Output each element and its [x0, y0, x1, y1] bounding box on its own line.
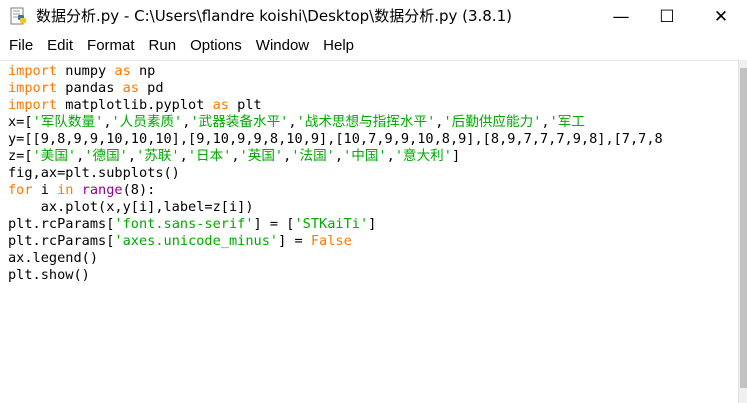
- code-token: np: [130, 63, 156, 79]
- code-line: import matplotlib.pyplot as plt: [8, 97, 663, 114]
- code-editor[interactable]: import numpy as np import pandas as pd imp…: [0, 60, 738, 403]
- code-token: plt.show(): [8, 267, 90, 283]
- code-token: ] =: [278, 233, 311, 249]
- code-token: (8):: [122, 182, 156, 198]
- code-line: import pandas as pd: [8, 80, 663, 97]
- string-token: 'font.sans-serif': [114, 216, 254, 232]
- code-token: z=[: [8, 148, 33, 164]
- string-token: '战术思想与指挥水平': [296, 114, 436, 130]
- minimize-icon: —: [612, 6, 630, 27]
- keyword-token: import: [8, 63, 58, 79]
- python-file-icon: [10, 7, 26, 25]
- menu-run[interactable]: Run: [142, 34, 184, 58]
- keyword-token: import: [8, 97, 58, 113]
- code-line: ax.plot(x,y[i],label=z[i]): [8, 199, 663, 216]
- close-icon: ✕: [713, 6, 729, 27]
- close-button[interactable]: ✕: [698, 0, 744, 33]
- string-token: '中国': [343, 148, 387, 164]
- string-token: '英国': [239, 148, 284, 164]
- maximize-icon: ☐: [659, 6, 675, 27]
- string-token: '人员素质': [111, 114, 183, 130]
- title-bar: 数据分析.py - C:\Users\flandre koishi\Deskto…: [0, 0, 747, 33]
- code-line: plt.rcParams['axes.unicode_minus'] = Fal…: [8, 233, 663, 250]
- code-token: plt.rcParams[: [8, 216, 115, 232]
- code-token: ]: [368, 216, 377, 232]
- code-line: plt.show(): [8, 267, 663, 284]
- menu-options[interactable]: Options: [183, 34, 249, 58]
- code-line: x=['军队数量','人员素质','武器装备水平','战术思想与指挥水平','后…: [8, 114, 663, 131]
- window-title: 数据分析.py - C:\Users\flandre koishi\Deskto…: [36, 7, 513, 25]
- code-token: matplotlib.pyplot: [57, 97, 213, 113]
- code-token: ,: [541, 114, 550, 130]
- code-token: y=[[9,8,9,9,10,10,10],[9,10,9,9,8,10,9],…: [8, 131, 663, 147]
- code-token: numpy: [57, 63, 115, 79]
- code-text[interactable]: import numpy as np import pandas as pd imp…: [8, 63, 663, 284]
- keyword-token: for: [8, 182, 33, 198]
- keyword-token: False: [310, 233, 352, 249]
- code-token: ,: [103, 114, 112, 130]
- string-token: '苏联': [136, 148, 180, 164]
- code-token: ,: [386, 148, 395, 164]
- code-token: pd: [138, 80, 164, 96]
- code-token: x=[: [8, 114, 33, 130]
- keyword-token: import: [8, 80, 58, 96]
- string-token: '美国': [32, 148, 77, 164]
- code-line: y=[[9,8,9,9,10,10,10],[9,10,9,9,8,10,9],…: [8, 131, 663, 148]
- code-token: ,: [334, 148, 344, 164]
- string-token: 'STKaiTi': [294, 216, 369, 232]
- string-token: 'axes.unicode_minus': [114, 233, 279, 249]
- string-token: '意大利': [394, 148, 452, 164]
- string-token: '德国': [84, 148, 128, 164]
- menu-window[interactable]: Window: [249, 34, 316, 58]
- maximize-button[interactable]: ☐: [644, 0, 690, 33]
- string-token: '军工: [549, 114, 585, 130]
- string-token: '后勤供应能力': [443, 114, 542, 130]
- code-token: fig,ax=plt.subplots(): [8, 165, 180, 181]
- code-token: ,: [288, 114, 297, 130]
- code-token: ax.legend(): [8, 250, 99, 266]
- string-token: '军队数量': [32, 114, 104, 130]
- string-token: '法国': [291, 148, 335, 164]
- menu-bar: File Edit Format Run Options Window Help: [0, 34, 747, 58]
- menu-help[interactable]: Help: [316, 34, 361, 58]
- code-line: for i in range(8):: [8, 182, 663, 199]
- keyword-token: as: [212, 97, 229, 113]
- code-token: ]: [451, 148, 461, 164]
- scrollbar-thumb[interactable]: [740, 68, 747, 388]
- string-token: '武器装备水平': [190, 114, 289, 130]
- code-token: ax.plot(x,y[i],label=z[i]): [8, 199, 254, 215]
- builtin-token: range: [81, 182, 123, 198]
- code-line: plt.rcParams['font.sans-serif'] = ['STKa…: [8, 216, 663, 233]
- code-token: pandas: [57, 80, 123, 96]
- vertical-scrollbar[interactable]: [738, 60, 747, 403]
- string-token: '日本': [187, 148, 232, 164]
- minimize-button[interactable]: —: [598, 0, 644, 33]
- keyword-token: in: [57, 182, 74, 198]
- code-token: ,: [231, 148, 240, 164]
- code-line: fig,ax=plt.subplots(): [8, 165, 663, 182]
- menu-edit[interactable]: Edit: [40, 34, 80, 58]
- code-token: i: [32, 182, 58, 198]
- code-token: ] = [: [253, 216, 295, 232]
- code-token: ,: [127, 148, 137, 164]
- keyword-token: as: [122, 80, 139, 96]
- code-line: import numpy as np: [8, 63, 663, 80]
- menu-file[interactable]: File: [2, 34, 40, 58]
- code-token: plt.rcParams[: [8, 233, 115, 249]
- keyword-token: as: [114, 63, 131, 79]
- menu-format[interactable]: Format: [80, 34, 142, 58]
- code-token: ,: [179, 148, 188, 164]
- code-line: z=['美国','德国','苏联','日本','英国','法国','中国','意…: [8, 148, 663, 165]
- code-line: ax.legend(): [8, 250, 663, 267]
- code-token: plt: [228, 97, 262, 113]
